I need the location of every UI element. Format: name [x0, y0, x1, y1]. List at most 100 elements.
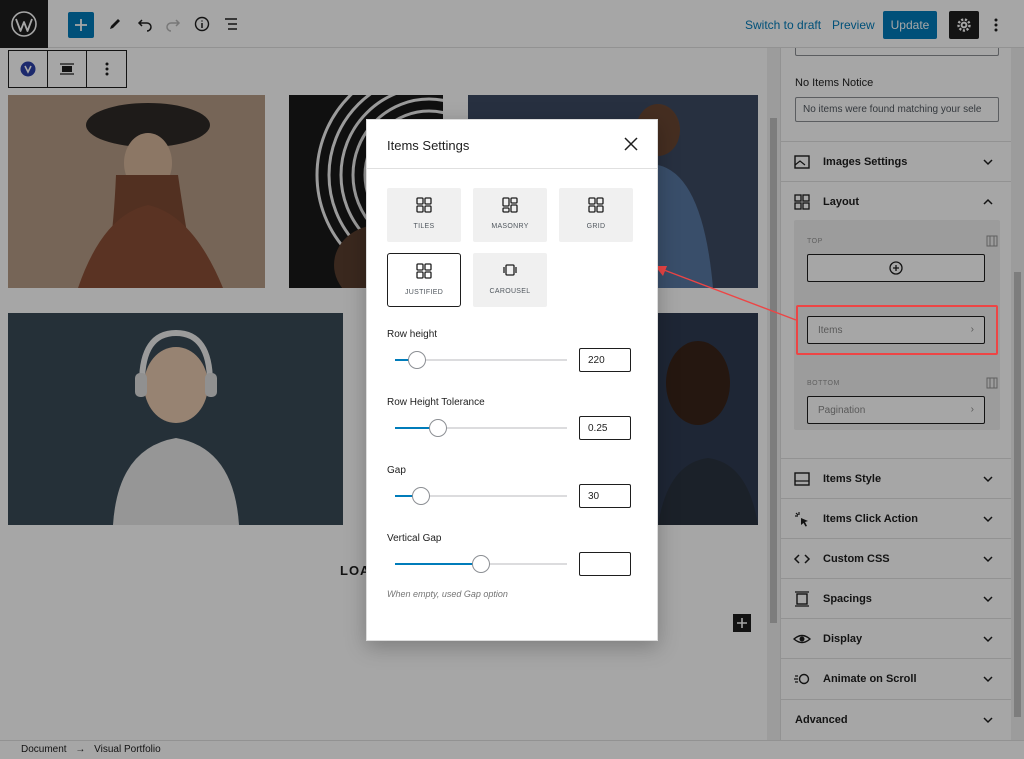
no-items-notice-input[interactable]: No items were found matching your sele — [795, 97, 999, 122]
chevron-down-icon — [983, 676, 993, 683]
add-block-button[interactable] — [68, 12, 94, 38]
spacing-icon — [795, 591, 809, 607]
chevron-down-icon — [983, 159, 993, 166]
add-circle-icon — [889, 261, 903, 275]
row-height-tolerance-slider[interactable] — [395, 419, 567, 437]
layout-add-element-button[interactable] — [807, 254, 985, 282]
settings-button[interactable] — [949, 11, 979, 39]
panel-images-settings[interactable]: Images Settings — [781, 141, 1013, 181]
slider-handle[interactable] — [429, 419, 447, 437]
previous-field[interactable] — [795, 48, 999, 56]
vertical-gap-slider[interactable] — [395, 555, 567, 573]
align-button[interactable] — [48, 51, 88, 87]
vertical-gap-help-text: When empty, used Gap option — [387, 589, 508, 599]
wordpress-logo-button[interactable] — [0, 0, 48, 48]
gap-input[interactable]: 30 — [579, 484, 631, 508]
panel-spacings[interactable]: Spacings — [781, 578, 1013, 618]
vertical-ellipsis-icon — [994, 18, 998, 32]
panel-advanced[interactable]: Advanced — [781, 699, 1013, 739]
redo-icon — [166, 19, 181, 32]
breadcrumb-visual-portfolio[interactable]: Visual Portfolio — [94, 744, 161, 755]
layout-pagination-element[interactable]: Pagination › — [807, 396, 985, 424]
justified-icon — [416, 263, 432, 279]
chevron-down-icon — [983, 516, 993, 523]
undo-icon — [137, 19, 152, 32]
layout-option-label: TILES — [413, 223, 435, 230]
tools-button[interactable] — [104, 13, 126, 35]
row-height-tolerance-label: Row Height Tolerance — [387, 397, 485, 408]
panel-layout[interactable]: Layout — [781, 181, 1013, 221]
row-height-tolerance-input[interactable]: 0.25 — [579, 416, 631, 440]
slider-handle[interactable] — [412, 487, 430, 505]
panel-items-style-label: Items Style — [823, 472, 882, 485]
columns-icon[interactable] — [986, 235, 998, 247]
gap-slider[interactable] — [395, 487, 567, 505]
columns-icon[interactable] — [986, 377, 998, 389]
close-button[interactable] — [621, 134, 641, 154]
vertical-ellipsis-icon — [105, 62, 109, 76]
layout-option-carousel[interactable]: CAROUSEL — [473, 253, 547, 307]
tiles-icon — [416, 197, 432, 213]
align-center-icon — [60, 63, 75, 75]
wordpress-icon — [11, 11, 37, 37]
editor-top-bar: Switch to draft Preview Update — [0, 0, 1024, 48]
more-options-button[interactable] — [987, 13, 1005, 37]
block-type-button[interactable] — [9, 51, 49, 87]
portfolio-image-woman-hat[interactable] — [8, 95, 265, 288]
preview-button[interactable]: Preview — [832, 18, 875, 32]
sidebar-scrollbar[interactable] — [1011, 48, 1024, 740]
grid-icon — [588, 197, 604, 213]
row-height-slider[interactable] — [395, 351, 567, 369]
panel-custom-css-label: Custom CSS — [823, 552, 890, 565]
redo-button[interactable] — [162, 13, 184, 35]
layout-top-caption: TOP — [807, 238, 823, 245]
panel-items-click-action-label: Items Click Action — [823, 512, 918, 525]
info-icon — [194, 16, 210, 32]
gear-icon — [957, 18, 971, 32]
no-items-notice-label: No Items Notice — [795, 77, 874, 89]
update-button[interactable]: Update — [883, 11, 937, 39]
chevron-down-icon — [983, 476, 993, 483]
slider-fill — [395, 563, 481, 565]
list-view-icon — [225, 18, 237, 30]
pencil-icon — [110, 19, 120, 29]
vertical-gap-input[interactable] — [579, 552, 631, 576]
undo-button[interactable] — [134, 13, 156, 35]
chevron-up-icon — [983, 198, 993, 205]
image-icon — [794, 155, 810, 169]
panel-custom-css[interactable]: Custom CSS — [781, 538, 1013, 578]
portfolio-image-man-profile[interactable] — [658, 313, 758, 525]
editor-scrollbar-thumb[interactable] — [770, 118, 777, 623]
chevron-down-icon — [983, 717, 993, 724]
list-view-button[interactable] — [220, 13, 242, 35]
panel-items-style[interactable]: Items Style — [781, 458, 1013, 498]
slider-handle[interactable] — [408, 351, 426, 369]
details-button[interactable] — [191, 13, 213, 35]
gap-label: Gap — [387, 465, 406, 476]
breadcrumb-document[interactable]: Document — [21, 744, 67, 755]
inline-add-block-button[interactable] — [733, 614, 751, 632]
block-options-button[interactable] — [87, 51, 126, 87]
layout-option-justified[interactable]: JUSTIFIED — [387, 253, 461, 307]
layout-bottom-caption: BOTTOM — [807, 380, 840, 387]
plus-icon — [75, 19, 87, 31]
sidebar-scrollbar-thumb[interactable] — [1014, 272, 1021, 717]
panel-images-settings-label: Images Settings — [823, 155, 908, 168]
portfolio-image-woman-headphones[interactable] — [8, 313, 343, 525]
panel-display[interactable]: Display — [781, 618, 1013, 658]
panel-items-click-action[interactable]: Items Click Action — [781, 498, 1013, 538]
layout-option-masonry[interactable]: MASONRY — [473, 188, 547, 242]
row-height-input[interactable]: 220 — [579, 348, 631, 372]
slider-handle[interactable] — [472, 555, 490, 573]
masonry-icon — [502, 197, 518, 213]
panel-animate-on-scroll[interactable]: Animate on Scroll — [781, 658, 1013, 698]
eye-icon — [793, 634, 811, 644]
breadcrumb: Document → Visual Portfolio — [0, 740, 1024, 759]
chevron-down-icon — [983, 636, 993, 643]
switch-to-draft-button[interactable]: Switch to draft — [745, 18, 821, 32]
layout-option-grid[interactable]: GRID — [559, 188, 633, 242]
layout-option-tiles[interactable]: TILES — [387, 188, 461, 242]
panel-display-label: Display — [823, 632, 863, 645]
editor-scrollbar[interactable] — [767, 48, 780, 740]
panel-spacings-label: Spacings — [823, 592, 872, 605]
